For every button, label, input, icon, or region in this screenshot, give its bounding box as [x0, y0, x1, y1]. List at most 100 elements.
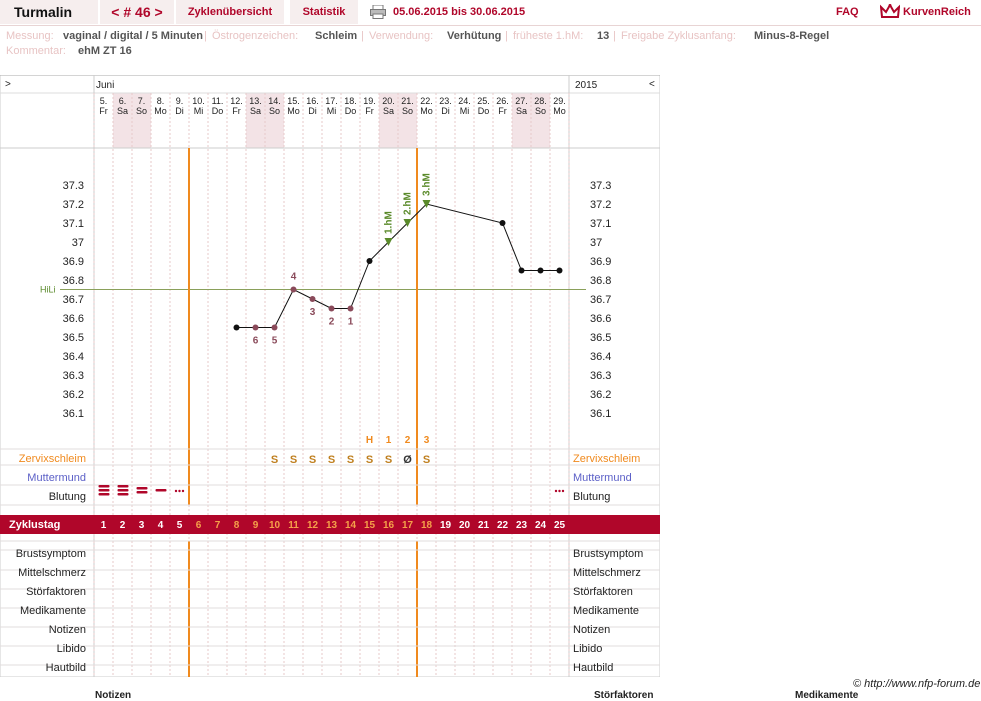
- date-label: 27.: [515, 96, 528, 106]
- weekday-label: Di: [175, 106, 184, 116]
- y-tick-label: 37.1: [63, 218, 84, 230]
- date-label: 18.: [344, 96, 357, 106]
- row-label-right-notes: Notizen: [573, 624, 610, 636]
- y-tick-label-right: 37.1: [590, 218, 611, 230]
- temperature-point: [499, 220, 506, 226]
- spotting-mark: [554, 489, 558, 493]
- cycle-day-number: 21: [478, 520, 490, 531]
- spotting-mark: [174, 489, 178, 493]
- measurement-label: Messung:: [6, 30, 54, 42]
- mucus-peak-label: 3: [424, 435, 430, 446]
- date-label: 7.: [138, 96, 146, 106]
- earliest-hm-label: früheste 1.hM:: [513, 30, 584, 42]
- cycle-navigation[interactable]: < # 46 >: [100, 0, 174, 24]
- cycle-day-number: 1: [101, 520, 107, 531]
- tab-statistics[interactable]: Statistik: [290, 0, 358, 24]
- y-tick-label-right: 36.2: [590, 389, 611, 401]
- y-tick-label-right: 36.5: [590, 332, 611, 344]
- low-temp-point: [309, 296, 316, 302]
- cycle-day-number: 24: [535, 520, 547, 531]
- date-label: 11.: [212, 96, 224, 106]
- date-label: 13.: [249, 96, 262, 106]
- earliest-hm-value: 13: [597, 30, 610, 42]
- low-label: 4: [291, 272, 297, 283]
- date-label: 16.: [306, 96, 319, 106]
- y-tick-label: 36.1: [63, 408, 84, 420]
- y-tick-label-right: 36.9: [590, 256, 611, 268]
- row-label-skin: Hautbild: [46, 662, 86, 674]
- cycle-day-number: 7: [215, 520, 221, 531]
- estrogen-value: Schleim: [315, 30, 358, 42]
- weekday-label: Fr: [232, 106, 241, 116]
- date-label: 14.: [268, 96, 281, 106]
- cycle-chart: > <Juni 20155.Fr6.Sa7.So8.Mo9.Di10.Mi11.Do…: [0, 75, 660, 677]
- weekday-label: So: [269, 106, 280, 116]
- print-icon[interactable]: [370, 5, 386, 19]
- weekday-label: So: [535, 106, 546, 116]
- copyright: © http://www.nfp-forum.de: [853, 678, 981, 690]
- mucus-symbol: S: [385, 454, 392, 466]
- cycle-title: Turmalin: [0, 0, 98, 24]
- y-tick-label: 36.4: [63, 351, 84, 363]
- low-label: 2: [329, 317, 335, 328]
- date-label: 8.: [157, 96, 165, 106]
- bleeding-mark: [136, 487, 148, 490]
- date-label: 20.: [382, 96, 395, 106]
- date-label: 6.: [119, 96, 127, 106]
- mucus-symbol: S: [290, 454, 297, 466]
- row-label-right-skin: Hautbild: [573, 662, 613, 674]
- cycle-day-number: 20: [459, 520, 471, 531]
- cycle-day-number: 10: [269, 520, 281, 531]
- temperature-point: [556, 267, 563, 274]
- year-label: 2015: [575, 80, 598, 91]
- mucus-symbol: Ø: [403, 454, 412, 466]
- cycle-day-number: 2: [120, 520, 126, 531]
- bleeding-mark: [117, 493, 129, 496]
- date-label: 25.: [477, 96, 490, 106]
- date-label: 5.: [100, 96, 108, 106]
- temperature-point: [537, 267, 544, 274]
- logo[interactable]: KurvenReich: [879, 0, 971, 24]
- cycle-day-number: 3: [139, 520, 145, 531]
- weekday-label: So: [402, 106, 413, 116]
- date-label: 26.: [496, 96, 509, 106]
- row-label-right-midpain: Mittelschmerz: [573, 567, 641, 579]
- high-label: 2.hM: [403, 192, 414, 215]
- bleeding-mark: [98, 489, 110, 492]
- mucus-symbol: S: [309, 454, 316, 466]
- row-label-bleeding: Blutung: [49, 491, 86, 503]
- prev-cycle-arrow[interactable]: >: [5, 79, 11, 90]
- row-label-right-cervix: Muttermund: [573, 472, 632, 484]
- mucus-peak-label: 2: [405, 435, 411, 446]
- comment-value: ehM ZT 16: [78, 45, 132, 57]
- row-label-midpain: Mittelschmerz: [18, 567, 86, 579]
- row-label-right-breast: Brustsymptom: [573, 548, 643, 560]
- mucus-symbol: S: [328, 454, 335, 466]
- weekday-label: Di: [441, 106, 450, 116]
- row-label-right-disturb: Störfaktoren: [573, 586, 633, 598]
- release-value: Minus-8-Regel: [754, 30, 830, 42]
- row-label-right-bleeding: Blutung: [573, 491, 610, 503]
- row-label-breast: Brustsymptom: [16, 548, 86, 560]
- weekday-label: Mi: [327, 106, 337, 116]
- mucus-peak-label: H: [366, 435, 373, 446]
- chart-frame: [0, 75, 660, 677]
- y-tick-label: 36.8: [63, 275, 84, 287]
- cycle-day-number: 5: [177, 520, 183, 531]
- cycle-day-number: 14: [345, 520, 357, 531]
- weekday-label: Fr: [365, 106, 374, 116]
- next-cycle-arrow[interactable]: <: [649, 79, 655, 90]
- faq-link[interactable]: FAQ: [836, 0, 859, 24]
- spotting-mark: [561, 489, 565, 493]
- y-tick-label-right: 36.7: [590, 294, 611, 306]
- bleeding-mark: [98, 493, 110, 496]
- y-tick-label: 36.2: [63, 389, 84, 401]
- low-temp-point: [328, 305, 335, 312]
- low-temp-point: [271, 324, 278, 331]
- weekday-label: Sa: [250, 106, 261, 116]
- tab-cycle-overview[interactable]: Zyklenübersicht: [176, 0, 284, 24]
- date-label: 21.: [401, 96, 414, 106]
- y-tick-label-right: 36.8: [590, 275, 611, 287]
- cycle-day-number: 22: [497, 520, 509, 531]
- y-tick-label-right: 37.3: [590, 180, 611, 192]
